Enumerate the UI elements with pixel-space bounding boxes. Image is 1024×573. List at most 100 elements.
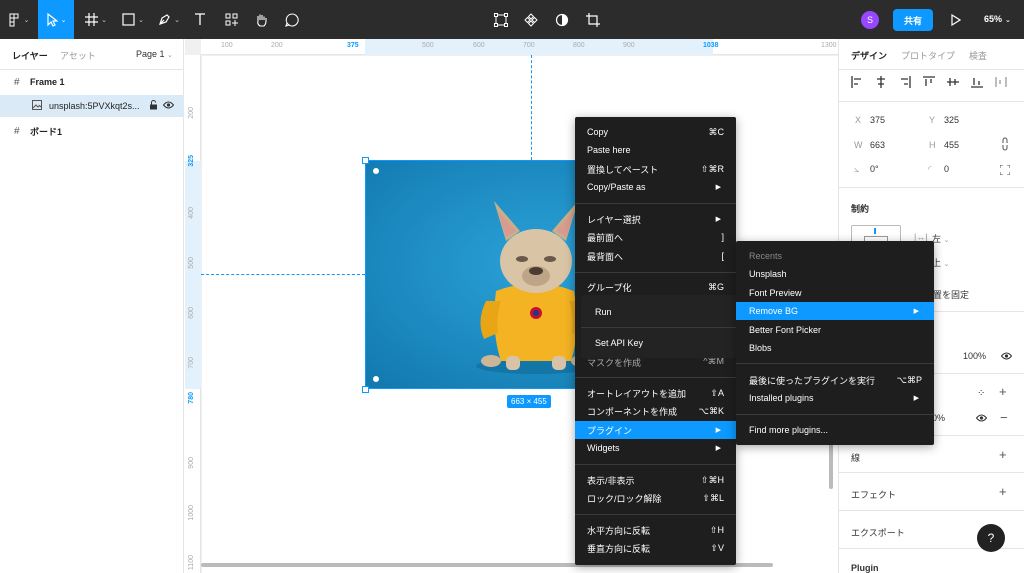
vertical-constraint-dropdown[interactable]: 上 ⌄ [932,256,949,269]
resize-handle-top-left[interactable] [362,157,369,164]
help-button[interactable]: ? [977,524,1005,552]
menu-item-show-hide[interactable]: 表示/非表示 ⇧⌘H [575,471,736,489]
layer-opacity-field[interactable]: 100% [963,351,986,361]
menu-item-flip-vertical[interactable]: 垂直方向に反転 ⇧V [575,539,736,557]
avatar[interactable]: S [861,11,879,29]
tab-inspect[interactable]: 検査 [969,49,987,62]
menu-item-copy-paste-as[interactable]: Copy/Paste as ▶ [575,178,736,196]
contrast-button[interactable] [552,0,572,39]
comment-tool-button[interactable] [282,0,302,39]
eye-icon[interactable] [162,101,175,111]
height-field[interactable]: 455 [944,140,959,150]
menu-item-select-layer[interactable]: レイヤー選択 ▶ [575,210,736,228]
corner-radius-field[interactable]: 0 [944,164,949,174]
layer-unsplash-image[interactable]: unsplash:5PVXkqt2s... [0,95,184,117]
page-selector[interactable]: Page 1 ⌄ [136,49,173,59]
submenu-item-better-font-picker[interactable]: Better Font Picker [736,321,934,339]
horizontal-constraint-dropdown[interactable]: 左 ⌄ [932,232,949,245]
present-button[interactable] [948,0,964,39]
eye-icon[interactable] [1000,352,1013,362]
contrast-icon [555,13,569,26]
rotation-icon: ⦣ [854,164,860,174]
move-tool-button[interactable]: ⌄ [38,0,74,39]
submenu-item-font-preview[interactable]: Font Preview [736,284,934,302]
x-field[interactable]: 375 [870,115,885,125]
menu-item-flip-horizontal[interactable]: 水平方向に反転 ⇧H [575,521,736,539]
tab-design[interactable]: デザイン [851,49,887,62]
layer-frame-1[interactable]: # Frame 1 [0,71,184,93]
menu-item-copy[interactable]: Copy ⌘C [575,123,736,141]
share-button[interactable]: 共有 [893,9,933,31]
measure-guide-horizontal [201,274,365,275]
ruler-left: 200 325 400 500 600 700 780 900 1000 110… [185,55,201,573]
plugins-submenu: Recents Unsplash Font Preview Remove BG ▶… [736,241,934,445]
alignment-toolbar [851,76,1021,90]
text-tool-button[interactable] [190,0,210,39]
add-effect-button[interactable]: + [999,484,1007,499]
rotation-field[interactable]: 0° [870,164,879,174]
submenu-item-installed-plugins[interactable]: Installed plugins ▶ [736,389,934,407]
align-top-icon[interactable] [923,76,935,88]
zoom-dropdown[interactable]: 65% ⌄ [984,14,1011,24]
stroke-title: 線 [851,453,861,463]
layer-board-1[interactable]: # ボード1 [0,120,184,142]
submenu-item-remove-bg[interactable]: Remove BG ▶ [736,302,934,320]
menu-item-send-to-back[interactable]: 最背面へ[ [575,247,736,265]
y-field[interactable]: 325 [944,115,959,125]
align-bottom-icon[interactable] [971,76,983,88]
eye-icon[interactable] [975,414,988,424]
fill-styles-icon[interactable]: ⁘ [977,388,985,399]
submenu-item-find-more-plugins[interactable]: Find more plugins... [736,421,934,439]
frame-tool-button[interactable]: ⌄ [80,0,112,39]
crop-icon [586,12,600,27]
menu-item-plugins[interactable]: プラグイン ▶ [575,421,736,439]
figma-logo-icon [9,13,19,26]
menu-item-paste-here[interactable]: Paste here [575,141,736,159]
plugin-action-set-api-key[interactable]: Set API Key [595,338,643,348]
menu-item-widgets[interactable]: Widgets ▶ [575,439,736,457]
independent-corners-icon[interactable] [999,164,1011,177]
resources-tool-button[interactable] [221,0,241,39]
tab-layers[interactable]: レイヤー [12,49,48,62]
align-left-icon[interactable] [851,76,863,88]
submenu-item-blobs[interactable]: Blobs [736,339,934,357]
unlock-icon[interactable] [149,100,158,112]
pen-icon [159,14,170,25]
shape-tool-button[interactable]: ⌄ [118,0,148,39]
chevron-right-icon: ▶ [715,216,721,223]
plugin-actions-popup: Run Set API Key [581,295,736,358]
menu-item-group[interactable]: グループ化 ⌘G [575,278,736,296]
distribute-icon[interactable] [995,76,1007,88]
corner-radius-handle[interactable] [373,168,379,174]
menu-item-paste-replace[interactable]: 置換してペースト ⇧⌘R [575,160,736,178]
tab-assets[interactable]: アセット [60,49,96,62]
mask-button[interactable] [491,0,511,39]
align-center-vertical-icon[interactable] [947,76,959,88]
submenu-item-unsplash[interactable]: Unsplash [736,265,934,283]
layer-label: ボード1 [30,126,63,137]
add-fill-button[interactable]: + [999,384,1007,399]
component-icon [524,12,538,27]
component-button[interactable] [521,0,541,39]
align-center-horizontal-icon[interactable] [875,76,887,88]
align-right-icon[interactable] [899,76,911,88]
y-label: Y [929,115,936,125]
width-field[interactable]: 663 [870,140,885,150]
resize-handle-bottom-left[interactable] [362,386,369,393]
crop-button[interactable] [583,0,603,39]
hand-tool-button[interactable] [251,0,271,39]
plugin-action-run[interactable]: Run [595,307,612,317]
menu-item-add-auto-layout[interactable]: オートレイアウトを追加 ⇧A [575,384,736,402]
menu-item-bring-to-front[interactable]: 最前面へ] [575,228,736,246]
tab-prototype[interactable]: プロトタイプ [901,49,955,62]
main-menu-button[interactable]: ⌄ [4,0,34,39]
menu-item-create-component[interactable]: コンポーネントを作成 ⌥⌘K [575,402,736,420]
corner-radius-handle[interactable] [373,376,379,382]
submenu-item-run-last-plugin[interactable]: 最後に使ったプラグインを実行 ⌥⌘P [736,371,934,389]
add-stroke-button[interactable]: + [999,447,1007,462]
menu-item-lock-unlock[interactable]: ロック/ロック解除 ⇧⌘L [575,489,736,507]
pen-tool-button[interactable]: ⌄ [154,0,184,39]
x-label: X [855,115,862,125]
constrain-proportions-icon[interactable] [1001,137,1009,153]
remove-fill-button[interactable]: − [1000,410,1008,425]
